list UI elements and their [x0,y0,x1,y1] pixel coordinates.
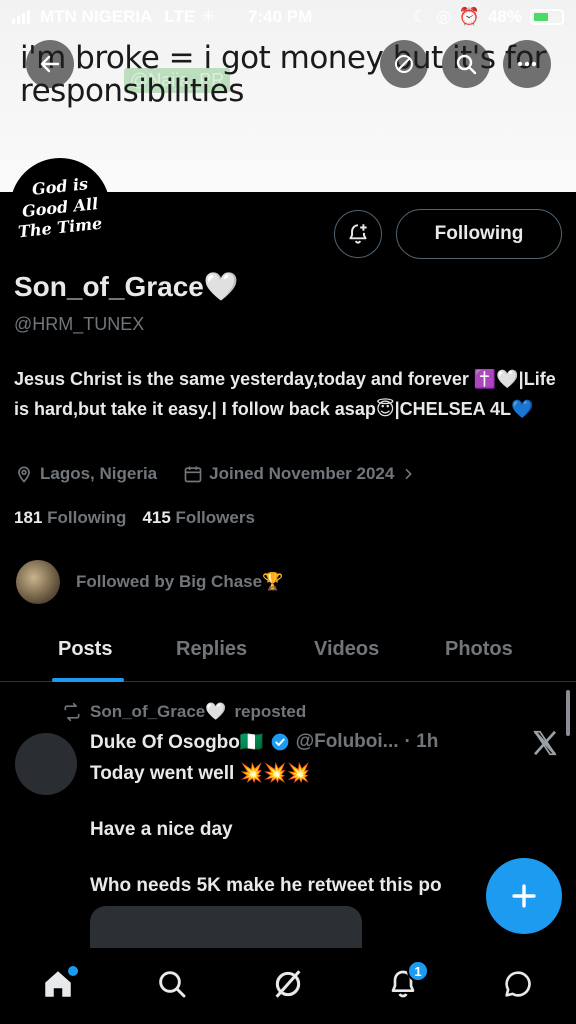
tab-posts[interactable]: Posts [58,638,112,661]
battery-percent: 48% [487,7,522,26]
repost-indicator: Son_of_Grace🤍 reposted [62,702,306,722]
status-bar: MTN NIGERIA LTE ✳ 7:40 PM ☾ ◎ ⏰ 48% [0,0,576,34]
nav-grok[interactable] [268,964,308,1004]
tab-photos[interactable]: Photos [445,638,513,661]
post-line: Today went well 💥💥💥 [90,763,311,784]
chevron-right-icon[interactable] [400,466,416,482]
display-name: Son_of_Grace🤍 [14,271,239,302]
notifications-badge: 1 [407,960,429,982]
nav-messages[interactable] [498,964,538,1004]
repost-label: reposted [234,702,307,721]
verified-icon [271,733,288,751]
back-arrow-icon [40,55,60,73]
x-logo-button[interactable] [530,728,560,763]
tab-videos[interactable]: Videos [314,638,379,661]
alarm-icon: ⏰ [458,7,480,26]
network-type: LTE [164,7,196,26]
post-line: Who needs 5K make he retweet this po [90,875,442,896]
nav-home[interactable] [38,964,78,1004]
post-header: Duke Of Osogbo🇳🇬 @Foluboi... · 1h [90,730,438,754]
search-button[interactable] [442,40,490,88]
active-tab-indicator [52,678,124,682]
bottom-navigation: 1 [0,948,576,1024]
post-author-avatar[interactable] [15,733,77,795]
post-author-name[interactable]: Duke Of Osogbo🇳🇬 [90,730,264,754]
nav-notifications[interactable]: 1 [383,960,429,1004]
user-handle: @HRM_TUNEX [14,314,145,334]
messages-icon [505,971,531,997]
signal-icon [12,10,30,24]
followers-count-link[interactable]: 415 Followers [142,508,254,528]
grok-icon [275,970,301,998]
scrollbar[interactable] [566,690,570,736]
compose-button[interactable] [486,858,562,934]
profile-tabs: Posts Replies Videos Photos [0,628,576,682]
post-time: · 1h [404,731,439,752]
location-icon [18,466,30,483]
location-text: Lagos, Nigeria [40,464,158,483]
home-unread-dot [68,966,78,976]
tab-replies[interactable]: Replies [176,638,247,661]
search-nav-icon [159,971,186,998]
mute-button[interactable] [380,40,428,88]
followed-by-row[interactable]: Followed by Big Chase🏆 [16,560,283,604]
profile-bio: Jesus Christ is the same yesterday,today… [14,369,556,419]
following-button[interactable]: Following [396,209,562,259]
plus-icon [512,884,536,908]
following-count-link[interactable]: 181 Following [14,508,126,528]
more-icon [517,61,537,67]
profile-meta: Lagos, Nigeria Joined November 2024 [14,464,416,484]
follow-counts: 181 Following 415 Followers [14,508,255,528]
notifications-button[interactable] [334,210,382,258]
following-count: 181 [14,508,43,527]
moon-icon: ☾ [412,7,428,26]
carrier: MTN NIGERIA [40,7,153,26]
repost-icon [64,702,80,722]
followers-label: Followers [175,508,255,527]
search-icon [456,54,477,75]
profile-avatar[interactable]: God is Good All The Time [10,158,110,258]
status-time: 7:40 PM [248,7,313,26]
calendar-icon [184,466,202,483]
repost-user[interactable]: Son_of_Grace🤍 [90,702,226,722]
x-logo-icon [533,730,557,756]
battery-icon [530,9,564,25]
joined-date: Joined November 2024 [209,464,395,483]
mute-icon [395,55,413,73]
followers-count: 415 [142,508,171,527]
post-line: Have a nice day [90,819,233,840]
nav-search[interactable] [152,964,192,1004]
notification-bell-plus-icon [349,224,367,244]
lock-rotation-icon: ◎ [435,7,451,26]
following-label: Following [47,508,127,527]
more-button[interactable] [503,40,551,88]
post-text[interactable]: Today went well 💥💥💥 Have a nice day Who … [90,760,510,928]
back-button[interactable] [26,40,74,88]
follower-avatar [16,560,60,604]
post-author-handle[interactable]: @Foluboi... [296,731,399,753]
followed-by-text: Followed by Big Chase🏆 [76,572,284,591]
loading-icon: ✳ [201,7,216,26]
